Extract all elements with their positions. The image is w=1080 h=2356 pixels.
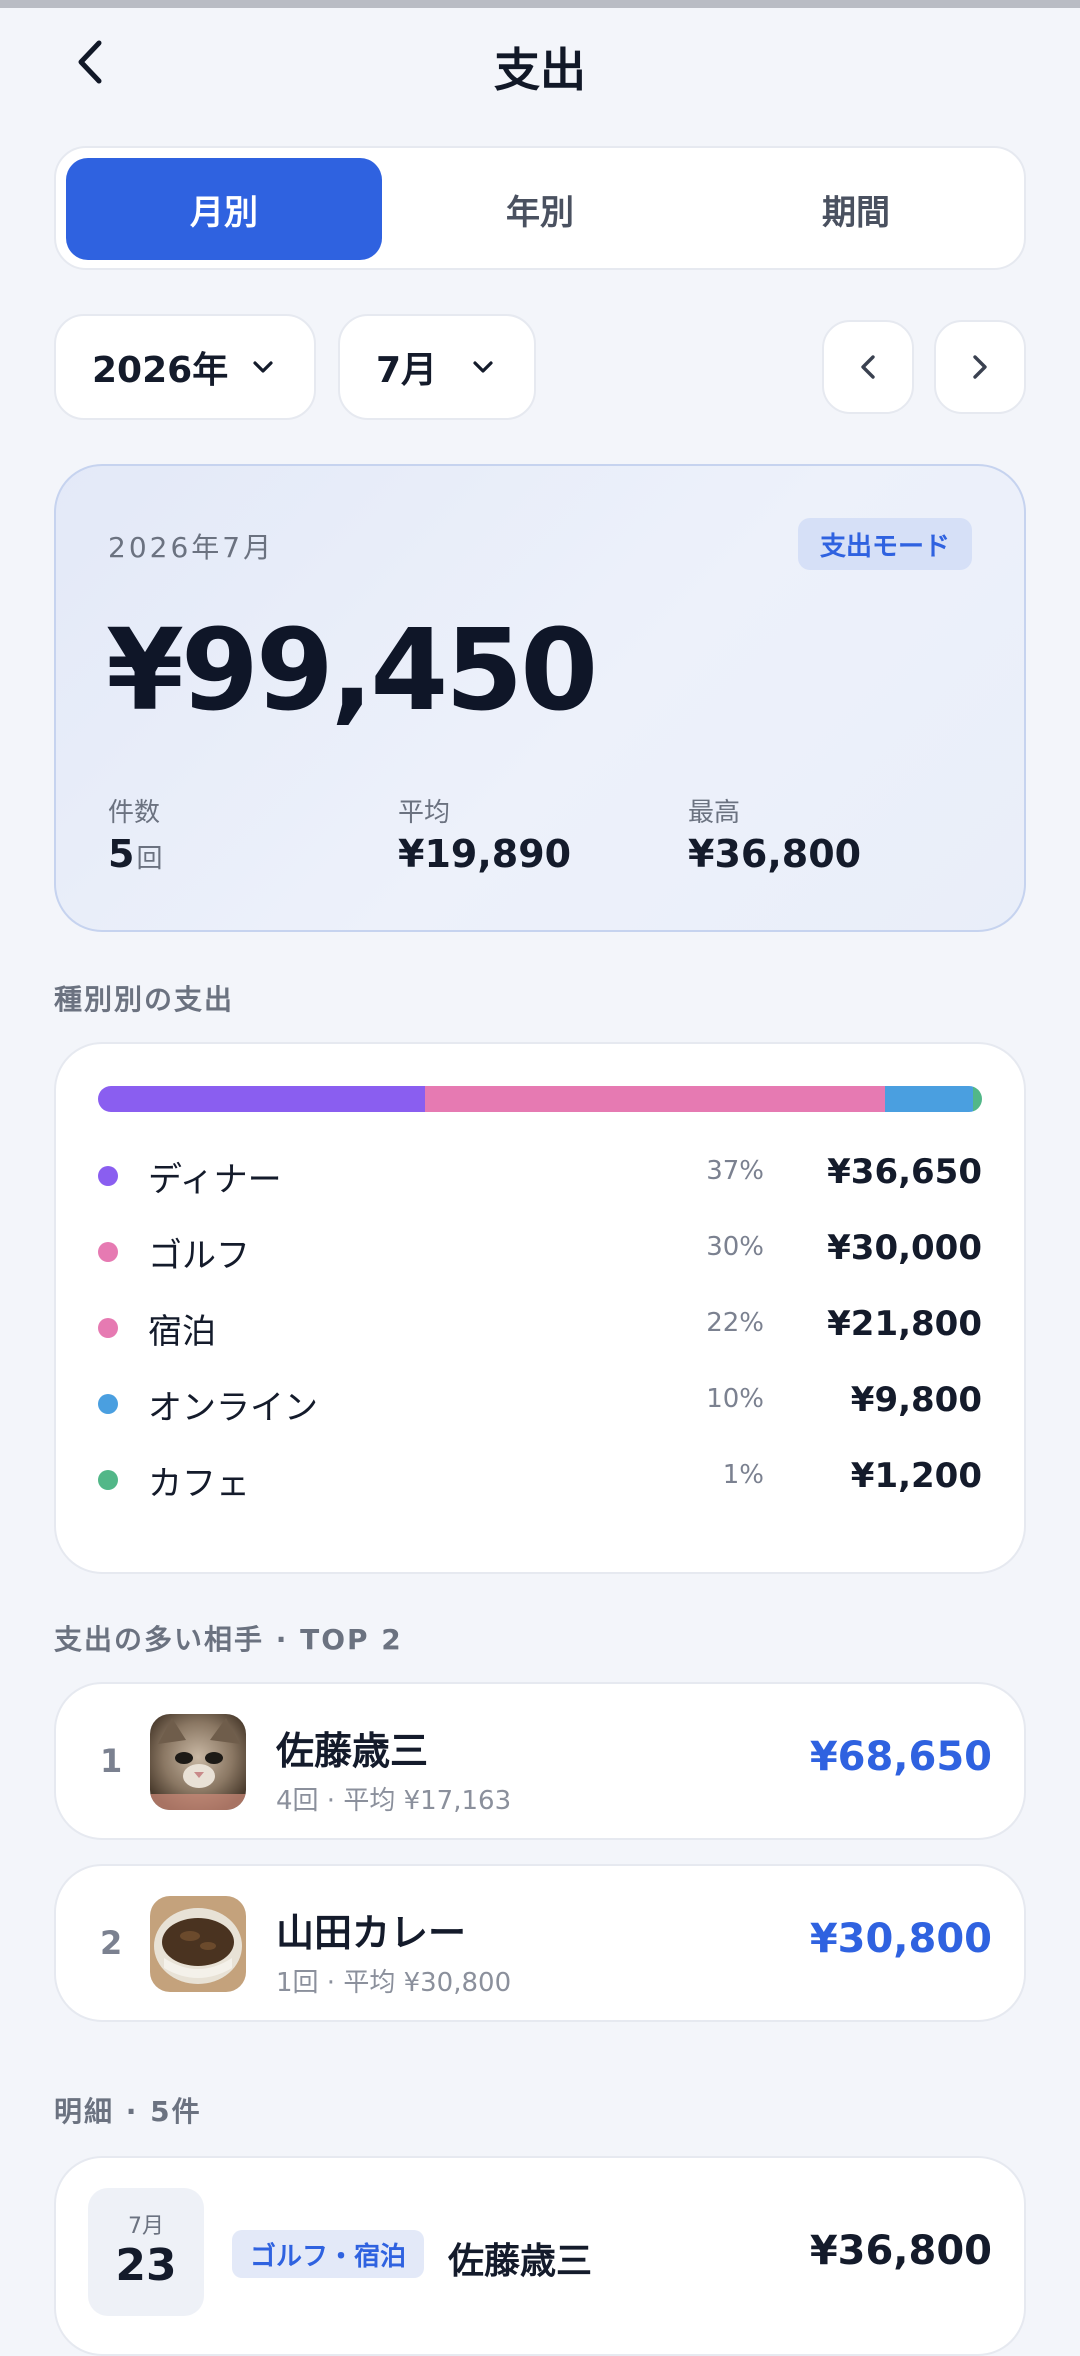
chevron-down-icon xyxy=(472,360,494,374)
date-box: 7月 23 xyxy=(88,2188,204,2316)
chevron-right-icon xyxy=(973,355,987,379)
rank-number: 1 xyxy=(100,1742,123,1780)
share-bar xyxy=(98,1086,982,1112)
detail-row[interactable]: 7月 23 ゴルフ・宿泊 佐藤歳三 ¥36,800 xyxy=(54,2156,1026,2356)
detail-person-name: 佐藤歳三 xyxy=(448,2241,593,2282)
curry-avatar xyxy=(150,1896,246,1992)
tab-yearly[interactable]: 年別 xyxy=(382,158,698,260)
page-title: 支出 xyxy=(494,43,586,97)
legend-row: ディナー 37% ¥36,650 xyxy=(98,1152,982,1202)
previous-month-button[interactable] xyxy=(822,320,914,414)
person-stats: 4回 · 平均 ¥17,163 xyxy=(276,1786,512,1816)
legend-row: 宿泊 22% ¥21,800 xyxy=(98,1304,982,1354)
period-segmented-control: 月別 年別 期間 xyxy=(54,146,1026,270)
legend-amount: ¥30,000 xyxy=(827,1228,982,1268)
legend-dot xyxy=(98,1166,118,1186)
details-section-title: 明細 · 5件 xyxy=(54,2095,202,2128)
legend-name: オンライン xyxy=(148,1388,318,1428)
share-bar-segment xyxy=(425,1086,691,1112)
max-label: 最高 xyxy=(688,798,741,828)
share-bar-segment xyxy=(690,1086,885,1112)
month-select[interactable]: 7月 xyxy=(338,314,536,420)
top-person-row[interactable]: 1 佐藤歳三 4回 · 平均 ¥17,163 ¥68,650 xyxy=(54,1682,1026,1840)
count-unit: 回 xyxy=(136,844,163,874)
count-label: 件数 xyxy=(108,798,161,828)
chevron-down-icon xyxy=(252,360,274,374)
mode-badge: 支出モード xyxy=(797,518,972,570)
top-section-title: 支出の多い相手 · TOP 2 xyxy=(54,1623,403,1656)
average-value: ¥19,890 xyxy=(398,832,572,876)
legend-name: ディナー xyxy=(148,1160,282,1200)
tab-period[interactable]: 期間 xyxy=(698,158,1014,260)
tab-monthly[interactable]: 月別 xyxy=(66,158,382,260)
summary-period: 2026年7月 xyxy=(108,531,275,564)
header: 支出 xyxy=(0,18,1080,106)
max-value: ¥36,800 xyxy=(688,832,862,876)
share-bar-segment xyxy=(973,1086,982,1112)
count-number: 5 xyxy=(108,832,135,876)
legend-dot xyxy=(98,1242,118,1262)
legend-row: カフェ 1% ¥1,200 xyxy=(98,1456,982,1506)
share-bar-segment xyxy=(884,1086,974,1112)
legend-name: 宿泊 xyxy=(148,1312,216,1352)
share-bar-segment xyxy=(98,1086,426,1112)
cat-avatar xyxy=(150,1714,246,1810)
legend-amount: ¥21,800 xyxy=(827,1304,982,1344)
average-label: 平均 xyxy=(398,798,451,828)
breakdown-section-title: 種別別の支出 xyxy=(54,983,235,1016)
summary-total: ¥99,450 xyxy=(106,606,598,736)
person-amount: ¥30,800 xyxy=(809,1916,992,1962)
person-stats: 1回 · 平均 ¥30,800 xyxy=(276,1968,512,1998)
legend-percent: 30% xyxy=(706,1232,764,1262)
person-amount: ¥68,650 xyxy=(809,1734,992,1780)
person-name: 山田カレー xyxy=(276,1911,467,1955)
legend-dot xyxy=(98,1394,118,1414)
date-month: 7月 xyxy=(128,2214,164,2239)
year-select-value: 2026年 xyxy=(92,350,229,391)
category-tag: ゴルフ・宿泊 xyxy=(232,2230,425,2278)
legend-name: ゴルフ xyxy=(148,1236,250,1276)
rank-number: 2 xyxy=(100,1924,123,1962)
month-select-value: 7月 xyxy=(376,350,438,391)
year-select[interactable]: 2026年 xyxy=(54,314,316,420)
legend-amount: ¥1,200 xyxy=(850,1456,982,1496)
top-edge xyxy=(0,0,1080,8)
summary-card: 2026年7月 支出モード ¥99,450 件数 5回 平均 ¥19,890 最… xyxy=(54,464,1026,932)
next-month-button[interactable] xyxy=(934,320,1026,414)
legend-dot xyxy=(98,1470,118,1490)
legend-row: オンライン 10% ¥9,800 xyxy=(98,1380,982,1430)
date-day: 23 xyxy=(115,2240,177,2291)
legend-name: カフェ xyxy=(148,1464,250,1504)
legend-row: ゴルフ 30% ¥30,000 xyxy=(98,1228,982,1278)
detail-amount: ¥36,800 xyxy=(809,2228,992,2274)
legend-amount: ¥36,650 xyxy=(827,1152,982,1192)
legend-percent: 22% xyxy=(706,1308,764,1338)
legend-percent: 10% xyxy=(706,1384,764,1414)
breakdown-card: ディナー 37% ¥36,650 ゴルフ 30% ¥30,000 宿泊 22% … xyxy=(54,1042,1026,1574)
legend-percent: 37% xyxy=(706,1156,764,1186)
person-name: 佐藤歳三 xyxy=(276,1729,429,1773)
legend-dot xyxy=(98,1318,118,1338)
legend-amount: ¥9,800 xyxy=(850,1380,982,1420)
top-person-row[interactable]: 2 山田カレー 1回 · 平均 ¥30,800 ¥30,800 xyxy=(54,1864,1026,2022)
chevron-left-icon xyxy=(861,355,875,379)
legend-percent: 1% xyxy=(722,1460,764,1490)
count-value: 5回 xyxy=(108,832,162,876)
